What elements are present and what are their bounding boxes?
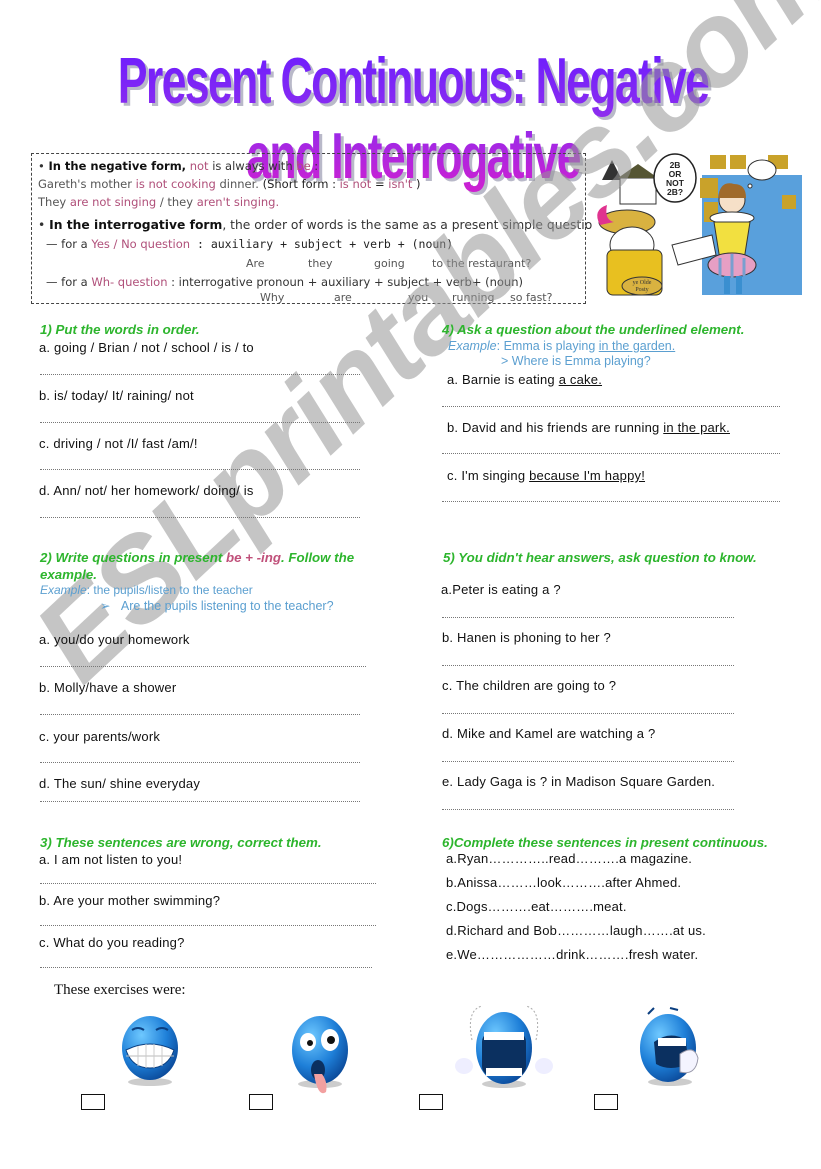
rating-checkbox-dizzy[interactable] [249,1094,273,1110]
answer-line[interactable] [40,883,376,884]
grinning-smiley-icon [122,1016,178,1086]
interrogative-rule-line: • In the interrogative form, the order o… [38,218,604,232]
answer-line[interactable] [442,617,734,618]
negative-rule-line: • In the negative form, not is always wi… [38,159,319,173]
section5-item: a.Peter is eating a ? [441,582,561,597]
bag-label-text: Posty [635,287,648,293]
answer-line[interactable] [40,517,360,518]
answer-line[interactable] [442,665,734,666]
section2-title: 2) Write questions in present be + -ing.… [40,550,355,565]
section2-title-cont: example. [40,567,97,582]
wh-example-word: are [334,291,352,304]
wh-example-word: running [452,291,495,304]
answer-line[interactable] [40,925,376,926]
answer-line[interactable] [40,714,360,715]
answer-line[interactable] [40,422,360,423]
section5-item: c. The children are going to ? [442,678,617,693]
section2-example: Example: the pupils/listen to the teache… [40,583,253,597]
negative-example-2: They are not singing / they aren't singi… [38,195,280,209]
answer-line[interactable] [40,762,360,763]
section5-item: d. Mike and Kamel are watching a ? [442,726,656,741]
answer-line[interactable] [40,374,360,375]
answer-line[interactable] [40,469,360,470]
section2-item: a. you/do your homework [39,632,190,647]
section5-item: e. Lady Gaga is ? in Madison Square Gard… [442,774,716,789]
section4-item: c. I'm singing because I'm happy! [447,468,646,483]
yes-no-example-word: to the restaurant? [432,257,532,270]
answer-line[interactable] [442,809,734,810]
section6-item: a.Ryan…………..read……….a magazine. [446,851,693,866]
section4-example: Example: Emma is playing in the garden. [448,339,676,353]
wh-example-word: so fast? [510,291,553,304]
section1-title: 1) Put the words in order. [40,322,200,337]
section1-item: a. going / Brian / not / school / is / t… [39,340,254,355]
wh-example-word: Why [260,291,285,304]
section3-item: a. I am not listen to you! [39,852,183,867]
yes-no-example-word: they [308,257,333,270]
answer-line[interactable] [442,501,780,502]
wh-example-word: you [408,291,429,304]
shakespeare-cartoon-illustration: 2B OR NOT 2B? ye Olde Posty [592,150,802,305]
section6-item: d.Richard and Bob…………laugh…….at us. [446,923,706,938]
section3-item: c. What do you reading? [39,935,185,950]
section3-item: b. Are your mother swimming? [39,893,221,908]
grammar-rules-box: • In the negative form, not is always wi… [31,153,604,304]
section4-example-answer: > Where is Emma playing? [501,354,651,368]
answer-line[interactable] [442,761,734,762]
section6-item: e.We………………drink……….fresh water. [446,947,699,962]
bullet-icon: • [38,159,49,173]
negative-example-1: Gareth's mother is not cooking dinner. (… [38,177,421,191]
section1-item: d. Ann/ not/ her homework/ doing/ is [39,483,254,498]
section1-item: b. is/ today/ It/ raining/ not [39,388,194,403]
section2-item: d. The sun/ shine everyday [39,776,201,791]
answer-line[interactable] [442,406,780,407]
section5-item: b. Hanen is phoning to her ? [442,630,611,645]
yawning-smiley-icon [640,1007,699,1086]
rating-checkbox-crying[interactable] [419,1094,443,1110]
feedback-label: These exercises were: [54,982,186,998]
section6-item: b.Anissa………look……….after Ahmed. [446,875,682,890]
section4-title: 4) Ask a question about the underlined e… [442,322,745,337]
section2-example-answer: ➢ Are the pupils listening to the teache… [100,599,334,613]
yes-no-example-word: Are [246,257,265,270]
bag-label-text: ye Olde [633,280,652,286]
yes-no-formula-line: — for a Yes / No question : auxiliary + … [46,237,454,251]
answer-line[interactable] [442,453,780,454]
section4-item: a. Barnie is eating a cake. [447,372,603,387]
section6-item: c.Dogs……….eat……….meat. [446,899,627,914]
section3-title: 3) These sentences are wrong, correct th… [40,835,322,850]
speech-bubble-text: 2B? [667,187,683,197]
bullet-icon: • [38,218,50,232]
yes-no-example-word: going [374,257,405,270]
section1-item: c. driving / not /I/ fast /am/! [39,436,198,451]
answer-line[interactable] [442,713,734,714]
answer-line[interactable] [40,801,360,802]
section5-title: 5) You didn't hear answers, ask question… [443,550,757,565]
answer-line[interactable] [40,666,366,667]
section6-title: 6)Complete these sentences in present co… [442,835,768,850]
rating-checkbox-grinning[interactable] [81,1094,105,1110]
crying-smiley-icon [455,1005,553,1088]
section2-item: b. Molly/have a shower [39,680,177,695]
answer-line[interactable] [40,967,372,968]
section4-item: b. David and his friends are running in … [447,420,730,435]
arrow-bullet-icon: ➢ [100,599,121,613]
rating-checkbox-yawning[interactable] [594,1094,618,1110]
dizzy-smiley-icon [292,1016,348,1094]
section2-item: c. your parents/work [39,729,161,744]
